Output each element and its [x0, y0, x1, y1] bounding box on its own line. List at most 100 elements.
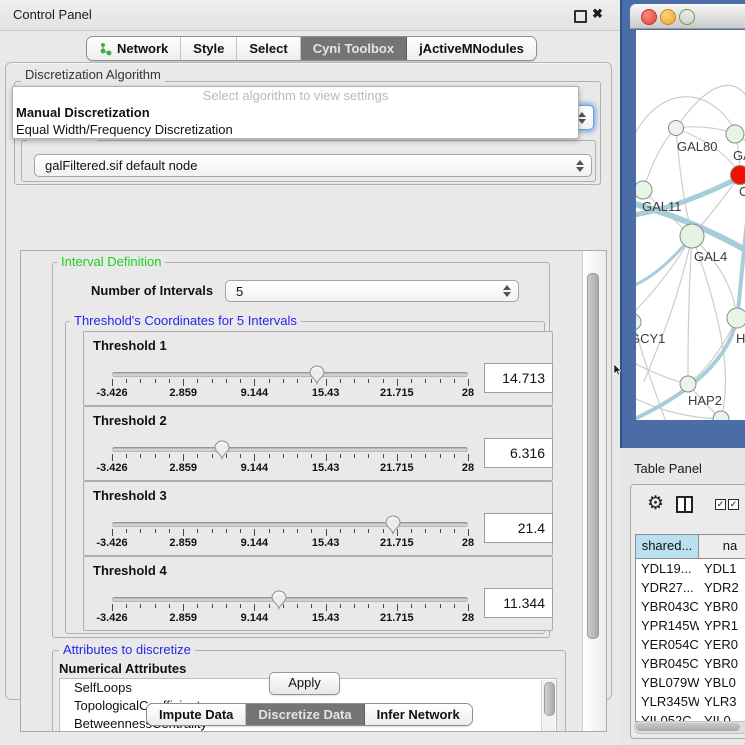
table-row[interactable]: YLR345WYLR3 [636, 692, 745, 711]
popup-option-manual-discretization[interactable]: Manual Discretization [13, 104, 578, 121]
content-scrollbar-thumb[interactable] [587, 273, 599, 639]
node-hap2[interactable] [680, 376, 696, 392]
table-cell[interactable]: YDR27... [636, 578, 699, 597]
tab-network[interactable]: Network [87, 37, 181, 60]
node-left[interactable] [636, 181, 652, 199]
slider-tick [269, 454, 270, 458]
threshold-4-slider[interactable]: -3.4262.8599.14415.4321.71528 [112, 590, 472, 630]
tab-impute-data[interactable]: Impute Data [147, 704, 246, 725]
table-row[interactable]: YPR145WYPR1 [636, 616, 745, 635]
table-cell[interactable]: YBL079W [636, 673, 699, 692]
column-layout-icon[interactable] [676, 496, 693, 513]
slider-tick [340, 529, 341, 533]
slider-tick [140, 379, 141, 383]
threshold-3-value[interactable]: 21.4 [484, 513, 553, 543]
table-cell[interactable]: YER0 [699, 635, 745, 654]
slider-tick-label: 15.43 [296, 387, 356, 399]
float-icon[interactable] [574, 10, 587, 23]
slider-tick-label: 2.859 [153, 612, 213, 624]
slider-track[interactable] [112, 372, 468, 377]
slider-tick [368, 604, 369, 608]
tab-discretize-data[interactable]: Discretize Data [246, 704, 364, 725]
network-view-window[interactable]: GAL80GACGAL11GAL4GCY1HHAP2 [620, 0, 745, 448]
network-canvas[interactable]: GAL80GACGAL11GAL4GCY1HHAP2 [636, 30, 745, 420]
table-cell[interactable]: YLR3 [699, 692, 745, 711]
slider-tick [112, 454, 113, 461]
threshold-4-box: Threshold 4-3.4262.8599.14415.4321.71528… [83, 556, 553, 631]
slider-tick-label: 9.144 [224, 387, 284, 399]
slider-track[interactable] [112, 597, 468, 602]
table-row[interactable]: YDL19...YDL1 [636, 559, 745, 578]
threshold-3-slider[interactable]: -3.4262.8599.14415.4321.71528 [112, 515, 472, 555]
threshold-3-thumb[interactable] [385, 515, 401, 535]
node-top[interactable] [726, 125, 744, 143]
threshold-2-slider[interactable]: -3.4262.8599.14415.4321.71528 [112, 440, 472, 480]
gear-icon[interactable]: ⚙ [647, 494, 664, 513]
checkbox-icon[interactable]: ✓ [728, 499, 739, 510]
table-cell[interactable]: YDL19... [636, 559, 699, 578]
table-cell[interactable]: YBL0 [699, 673, 745, 692]
table-cell[interactable]: YBR043C [636, 597, 699, 616]
table-cell[interactable]: YBR045C [636, 654, 699, 673]
minimize-traffic-light-icon[interactable] [660, 9, 676, 25]
table-cell[interactable]: YER054C [636, 635, 699, 654]
node-edge[interactable] [636, 314, 641, 330]
slider-tick [126, 604, 127, 608]
slider-tick [140, 604, 141, 608]
table-cell[interactable]: YPR1 [699, 616, 745, 635]
list-scrollbar-thumb[interactable] [544, 682, 555, 716]
threshold-2-thumb[interactable] [214, 440, 230, 460]
close-traffic-light-icon[interactable] [641, 9, 657, 25]
slider-track[interactable] [112, 447, 468, 452]
tab-style[interactable]: Style [181, 37, 237, 60]
threshold-1-slider[interactable]: -3.4262.8599.14415.4321.71528 [112, 365, 472, 405]
slider-tick [411, 529, 412, 533]
zoom-traffic-light-icon[interactable] [679, 9, 695, 25]
group-title-discretization-algorithm: Discretization Algorithm [21, 68, 165, 82]
slider-tick [183, 604, 184, 611]
table-cell[interactable]: YBR0 [699, 654, 745, 673]
tab-select[interactable]: Select [237, 37, 300, 60]
node-pink[interactable] [669, 121, 684, 136]
table-row[interactable]: YBR043CYBR0 [636, 597, 745, 616]
slider-tick [197, 454, 198, 458]
node-right[interactable] [727, 308, 745, 328]
table-cell[interactable]: YLR345W [636, 692, 699, 711]
table-cell[interactable]: YBR0 [699, 597, 745, 616]
popup-option-equal-width-frequency-discretization[interactable]: Equal Width/Frequency Discretization [13, 121, 578, 138]
slider-tick [354, 604, 355, 608]
threshold-2-value[interactable]: 6.316 [484, 438, 553, 468]
tab-infer-network[interactable]: Infer Network [365, 704, 472, 725]
threshold-4-value[interactable]: 11.344 [484, 588, 553, 618]
slider-tick [454, 379, 455, 383]
tab-jactivemnodules[interactable]: jActiveMNodules [407, 37, 536, 60]
column-header-shared-[interactable]: shared... [636, 535, 699, 558]
threshold-1-value[interactable]: 14.713 [484, 363, 553, 393]
close-icon[interactable]: ✖ [592, 6, 603, 22]
table-cell[interactable]: YDL1 [699, 559, 745, 578]
number-of-intervals-spinner[interactable]: 5 [225, 280, 519, 302]
tab-cyni-toolbox[interactable]: Cyni Toolbox [301, 37, 407, 60]
node-red[interactable] [731, 166, 745, 185]
node-bottom[interactable] [713, 411, 729, 420]
slider-track[interactable] [112, 522, 468, 527]
table-hscrollbar-thumb[interactable] [636, 723, 740, 731]
apply-button[interactable]: Apply [269, 672, 340, 695]
threshold-4-thumb[interactable] [271, 590, 287, 610]
table-row[interactable]: YDR27...YDR2 [636, 578, 745, 597]
table-row[interactable]: YBL079WYBL0 [636, 673, 745, 692]
table-hscrollbar[interactable] [634, 721, 745, 734]
network-window-titlebar[interactable] [630, 4, 745, 29]
column-header-na[interactable]: na [699, 535, 745, 558]
table-cell[interactable]: YPR145W [636, 616, 699, 635]
list-scrollbar[interactable] [541, 680, 555, 732]
table-row[interactable]: YBR045CYBR0 [636, 654, 745, 673]
threshold-1-thumb[interactable] [309, 365, 325, 385]
table-data-combobox[interactable]: galFiltered.sif default node [34, 154, 592, 177]
checkbox-icon[interactable]: ✓ [715, 499, 726, 510]
table-cell[interactable]: YDR2 [699, 578, 745, 597]
node-gal4[interactable] [680, 224, 704, 248]
group-title-interval-definition: Interval Definition [57, 255, 165, 269]
content-scrollbar[interactable] [582, 251, 606, 731]
table-row[interactable]: YER054CYER0 [636, 635, 745, 654]
